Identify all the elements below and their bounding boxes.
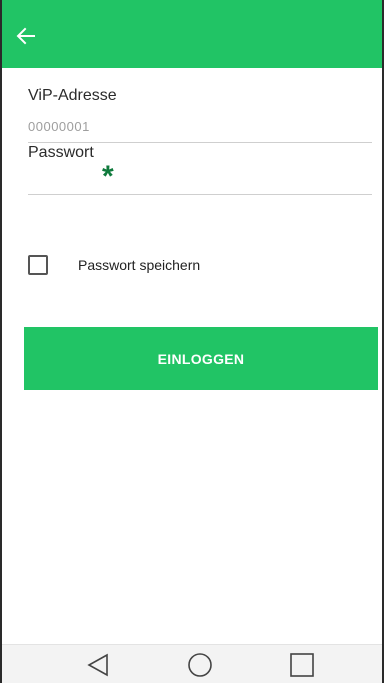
back-button[interactable] [16,18,60,54]
remember-password-row[interactable]: Passwort speichern [28,254,200,276]
arrow-left-icon [16,27,35,45]
remember-password-checkbox[interactable] [28,255,48,275]
vip-address-value: 00000001 [28,119,90,134]
app-bar [2,0,382,68]
circle-home-icon [188,653,212,677]
login-screen: ViP-Adresse 00000001 Passwort * Passwort… [0,0,384,683]
nav-back-button[interactable] [82,651,114,679]
nav-home-button[interactable] [184,651,216,679]
login-button-label: EINLOGGEN [157,350,245,367]
nav-recents-button[interactable] [286,651,318,679]
password-field[interactable]: * [28,162,372,195]
system-nav-bar [2,644,382,683]
triangle-back-icon [87,653,108,677]
vip-address-field[interactable]: 00000001 [28,112,372,143]
remember-password-label: Passwort speichern [78,257,201,273]
vip-address-label: ViP-Adresse [28,87,117,104]
password-mask: * [102,160,114,193]
password-label: Passwort [28,144,94,161]
square-recents-icon [290,653,314,677]
login-button[interactable]: EINLOGGEN [24,327,378,390]
